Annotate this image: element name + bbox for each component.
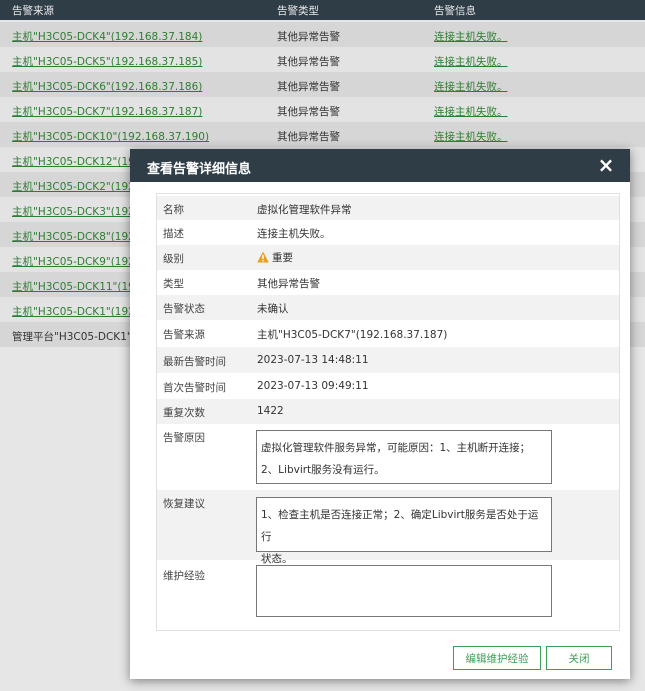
field-label: 名称 <box>163 204 184 216</box>
alarm-type: 其他异常告警 <box>277 106 340 118</box>
reason-line-2: 2、Libvirt服务没有运行。 <box>261 464 385 476</box>
table-row[interactable]: 主机"H3C05-DCK4"(192.168.37.184) 其他异常告警 连接主机… <box>0 22 645 47</box>
field-value: 主机"H3C05-DCK7"(192.168.37.187) <box>257 329 448 341</box>
field-row-level: 级别 重要 <box>157 245 619 270</box>
field-label: 维护经验 <box>163 570 205 582</box>
alarm-source-link[interactable]: 主机"H3C05-DCK3"(192.1 <box>12 204 145 219</box>
field-label: 首次告警时间 <box>163 382 226 394</box>
field-label: 告警原因 <box>163 432 205 444</box>
field-label: 告警状态 <box>163 303 205 315</box>
field-row-repeat-count: 重复次数 1422 <box>157 399 619 424</box>
field-row-type: 类型 其他异常告警 <box>157 270 619 295</box>
table-row[interactable]: 主机"H3C05-DCK6"(192.168.37.186) 其他异常告警 连接主机… <box>0 72 645 97</box>
field-row-suggestion: 恢复建议 1、检查主机是否连接正常；2、确定Libvirt服务是否处于运行 状态… <box>157 490 619 565</box>
field-value: 1422 <box>257 405 284 417</box>
suggestion-textarea[interactable]: 1、检查主机是否连接正常；2、确定Libvirt服务是否处于运行 状态。 <box>256 497 552 565</box>
table-row[interactable]: 主机"H3C05-DCK5"(192.168.37.185) 其他异常告警 连接主机… <box>0 47 645 72</box>
field-row-reason: 告警原因 虚拟化管理软件服务异常，可能原因：1、主机断开连接； 2、Libvir… <box>157 424 619 490</box>
alarm-info-link[interactable]: 连接主机失败。 <box>434 104 508 119</box>
level-value-wrap: 重要 <box>257 250 293 265</box>
alarm-source-link[interactable]: 管理平台"H3C05-DCK1"(1 <box>12 329 142 344</box>
field-row-source: 告警来源 主机"H3C05-DCK7"(192.168.37.187) <box>157 320 619 347</box>
dialog-titlebar: 查看告警详细信息 × <box>130 149 630 182</box>
field-row-first-time: 首次告警时间 2023-07-13 09:49:11 <box>157 373 619 399</box>
alarm-source-link[interactable]: 主机"H3C05-DCK10"(192.168.37.190) <box>12 129 209 144</box>
table-row[interactable]: 主机"H3C05-DCK10"(192.168.37.190) 其他异常告警 连接主… <box>0 122 645 147</box>
header-source[interactable]: 告警来源 <box>12 3 54 18</box>
field-value: 虚拟化管理软件异常 <box>257 204 352 216</box>
alarm-source-link[interactable]: 主机"H3C05-DCK8"(192.1 <box>12 229 145 244</box>
field-label: 告警来源 <box>163 329 205 341</box>
field-label: 恢复建议 <box>163 498 205 510</box>
close-button[interactable]: 关闭 <box>546 646 612 670</box>
alarm-table-header: 告警来源 告警类型 告警信息 <box>0 0 645 20</box>
table-row[interactable]: 主机"H3C05-DCK7"(192.168.37.187) 其他异常告警 连接主机… <box>0 97 645 122</box>
alarm-source-link[interactable]: 主机"H3C05-DCK9"(192.1 <box>12 254 145 269</box>
reason-line-1: 虚拟化管理软件服务异常，可能原因：1、主机断开连接； <box>261 442 531 454</box>
field-row-name: 名称 虚拟化管理软件异常 <box>157 196 619 220</box>
alarm-info-link[interactable]: 连接主机失败。 <box>434 54 508 69</box>
alarm-type: 其他异常告警 <box>277 56 340 68</box>
alarm-source-link[interactable]: 主机"H3C05-DCK11"(192. <box>12 279 145 294</box>
warning-icon <box>257 251 269 263</box>
alarm-source-link[interactable]: 主机"H3C05-DCK4"(192.168.37.184) <box>12 29 202 44</box>
dialog-title: 查看告警详细信息 <box>147 162 252 177</box>
field-value: 重要 <box>272 252 293 264</box>
field-value: 连接主机失败。 <box>257 228 331 240</box>
alarm-type: 其他异常告警 <box>277 81 340 93</box>
header-type[interactable]: 告警类型 <box>277 3 319 18</box>
field-label: 最新告警时间 <box>163 356 226 368</box>
detail-panel: 名称 虚拟化管理软件异常 描述 连接主机失败。 级别 重要 类型 其他异常告警 … <box>156 193 620 631</box>
alarm-source-link[interactable]: 主机"H3C05-DCK7"(192.168.37.187) <box>12 104 202 119</box>
field-row-maintenance: 维护经验 <box>157 560 619 628</box>
alarm-type: 其他异常告警 <box>277 131 340 143</box>
field-value: 2023-07-13 09:49:11 <box>257 380 369 392</box>
alarm-type: 其他异常告警 <box>277 31 340 43</box>
alarm-source-link[interactable]: 主机"H3C05-DCK2"(192.1 <box>12 179 145 194</box>
alarm-source-link[interactable]: 主机"H3C05-DCK5"(192.168.37.185) <box>12 54 202 69</box>
field-value: 2023-07-13 14:48:11 <box>257 354 369 366</box>
alarm-detail-dialog: 查看告警详细信息 × 名称 虚拟化管理软件异常 描述 连接主机失败。 级别 重要… <box>130 149 630 679</box>
header-info[interactable]: 告警信息 <box>434 3 476 18</box>
field-value: 其他异常告警 <box>257 278 320 290</box>
field-value: 未确认 <box>257 303 289 315</box>
field-row-description: 描述 连接主机失败。 <box>157 220 619 245</box>
alarm-info-link[interactable]: 连接主机失败。 <box>434 129 508 144</box>
close-icon[interactable]: × <box>596 154 616 176</box>
suggestion-line-1: 1、检查主机是否连接正常；2、确定Libvirt服务是否处于运行 <box>261 509 539 543</box>
maintenance-textarea[interactable] <box>256 565 552 617</box>
field-row-status: 告警状态 未确认 <box>157 295 619 320</box>
alarm-source-link[interactable]: 主机"H3C05-DCK1"(192.1 <box>12 304 145 319</box>
field-label: 级别 <box>163 253 184 265</box>
alarm-source-link[interactable]: 主机"H3C05-DCK6"(192.168.37.186) <box>12 79 202 94</box>
field-label: 类型 <box>163 278 184 290</box>
edit-maintenance-button[interactable]: 编辑维护经验 <box>453 646 541 670</box>
alarm-info-link[interactable]: 连接主机失败。 <box>434 79 508 94</box>
field-row-latest-time: 最新告警时间 2023-07-13 14:48:11 <box>157 347 619 373</box>
reason-textarea[interactable]: 虚拟化管理软件服务异常，可能原因：1、主机断开连接； 2、Libvirt服务没有… <box>256 430 552 484</box>
alarm-info-link[interactable]: 连接主机失败。 <box>434 29 508 44</box>
field-label: 重复次数 <box>163 407 205 419</box>
field-label: 描述 <box>163 228 184 240</box>
